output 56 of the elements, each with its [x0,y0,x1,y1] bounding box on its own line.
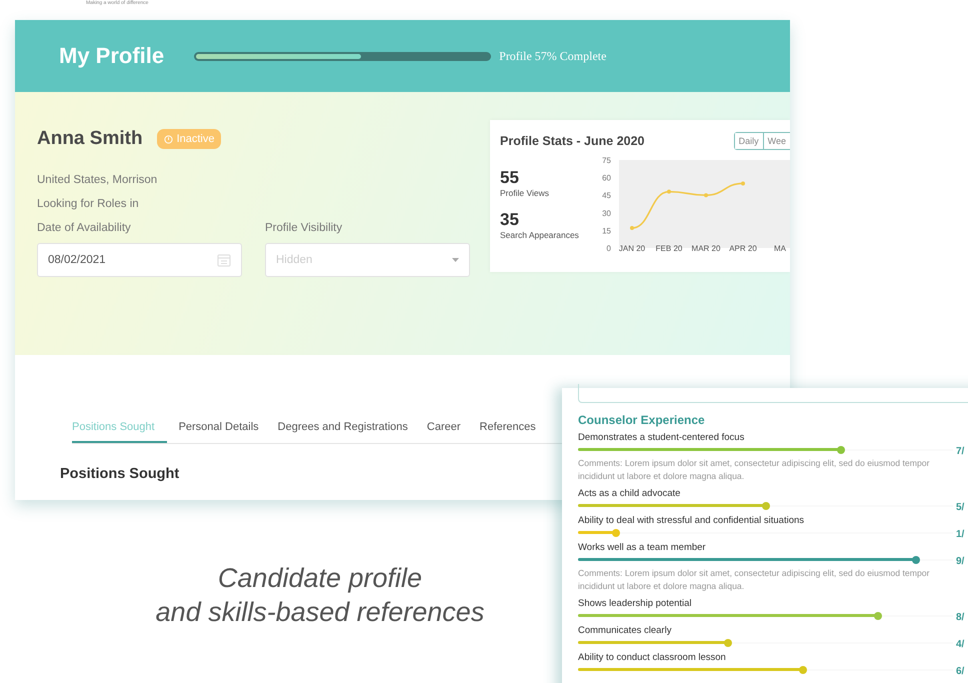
metric-label: Profile Views [500,188,550,198]
roles-label: Looking for Roles in [37,198,140,210]
section-title: Counselor Experience [578,413,706,427]
metric-value: 55 [500,168,520,188]
calendar-icon [217,253,231,267]
rating-score: 1/ [955,530,966,540]
x-tick-label: APR 20 [729,244,757,253]
metric-value: 35 [500,210,520,230]
rating-score: 4/ [955,640,966,650]
rating-score: 8/ [955,613,966,623]
status-badge: Inactive [156,129,222,149]
y-tick-label: 15 [602,226,611,236]
skill-label: Ability to conduct classroom lesson [578,652,727,664]
profile-tab[interactable]: Personal Details [178,415,259,443]
caret-icon [452,258,459,262]
chart-point [704,193,708,198]
field-label: Date of Availability [37,222,132,234]
field-label: Profile Visibility [265,222,344,234]
progress-label: Profile 57% Complete [499,48,606,64]
rating-score: 9/ [955,557,966,567]
x-tick-label: JAN 20 [618,244,646,253]
y-tick-label: 45 [602,191,611,200]
profile-tab[interactable]: Career [426,415,461,443]
skill-label: Acts as a child advocate [578,488,682,500]
chart-point [741,181,745,186]
date-field[interactable]: 08/02/2021 [37,243,242,277]
y-tick-label: 30 [602,208,611,218]
rating-score: 7/ [955,447,966,457]
skill-label: Demonstrates a student-centered focus [578,432,746,444]
y-tick-label: 75 [602,156,611,165]
y-tick-label: 60 [602,174,611,183]
comment-text: Comments: Lorem ipsum dolor sit amet, consectetur adipiscing elit, sed do eiusmod tempor incididunt ut labore et dolore magna aliqua. [578,567,931,593]
comment-text: Comments: Lorem ipsum dolor sit amet, consectetur adipiscing elit, sed do eiusmod tempor incididunt ut labore et dolore magna aliqua. [578,457,931,483]
page-title: My Profile [59,43,164,69]
chart-point [630,226,634,230]
chart-point [667,190,671,194]
x-tick-label: MAR 20 [692,244,720,253]
rating-score: 5/ [955,503,966,513]
x-tick-label: FEB 20 [656,244,682,253]
skill-label: Shows leadership potential [578,598,693,610]
metric-label: Search Appearances [500,230,580,240]
candidate-name: Anna Smith [37,128,143,150]
stats-title: Profile Stats - June 2020 [500,134,645,148]
section-heading: Positions Sought [60,466,180,482]
profile-tab[interactable]: References [480,415,536,443]
period-button[interactable]: Wee [762,133,790,149]
x-tick-label: MA [774,244,786,253]
clock-icon [164,134,173,144]
skill-label: Works well as a team member [578,542,707,554]
skill-label: Communicates clearly [578,625,672,637]
rating-score: 6/ [955,667,966,677]
skill-label: Ability to deal with stressful and confidential situations [578,515,806,527]
location-text: United States, Morrison [37,174,158,186]
y-tick-label: 0 [606,244,611,253]
profile-tab[interactable]: Degrees and Registrations [278,415,408,443]
caption-text: Candidate profile and skills-based references [154,562,486,629]
